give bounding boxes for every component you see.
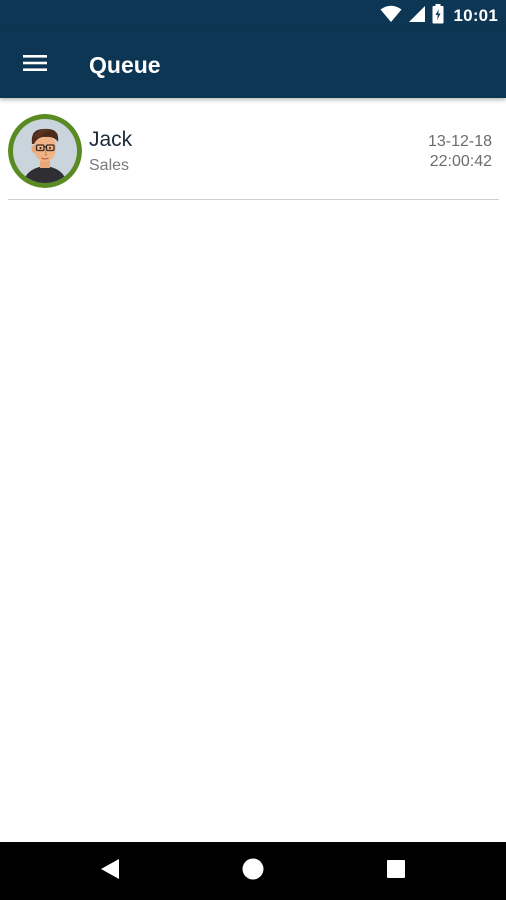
menu-button[interactable]	[14, 45, 56, 85]
status-time: 10:01	[453, 6, 498, 25]
recents-icon	[385, 858, 407, 885]
back-icon	[99, 857, 121, 886]
hamburger-menu-icon	[23, 54, 47, 77]
queue-screen: 10:01 Queue Jack Sales 13-12-18 22:00:42	[0, 0, 506, 900]
entry-time: 22:00:42	[429, 153, 492, 170]
contact-name: Jack	[89, 128, 133, 151]
back-button[interactable]	[96, 857, 124, 885]
app-bar: Queue	[0, 32, 506, 98]
person-avatar-icon	[8, 114, 82, 188]
contact-department: Sales	[89, 157, 130, 174]
status-icons: 10:01	[380, 3, 498, 29]
wifi-icon	[380, 5, 402, 28]
list-divider	[8, 199, 499, 200]
entry-date: 13-12-18	[427, 133, 492, 150]
home-button[interactable]	[239, 857, 267, 885]
battery-icon	[432, 3, 444, 29]
navigation-bar	[0, 842, 506, 900]
avatar	[8, 114, 82, 188]
status-bar: 10:01	[0, 0, 506, 32]
queue-item-jack[interactable]: Jack Sales 13-12-18 22:00:42	[0, 100, 506, 200]
page-title: Queue	[89, 52, 161, 78]
recents-button[interactable]	[382, 857, 410, 885]
home-icon	[241, 857, 265, 886]
queue-list: Jack Sales 13-12-18 22:00:42	[0, 100, 506, 200]
signal-icon	[408, 5, 426, 28]
